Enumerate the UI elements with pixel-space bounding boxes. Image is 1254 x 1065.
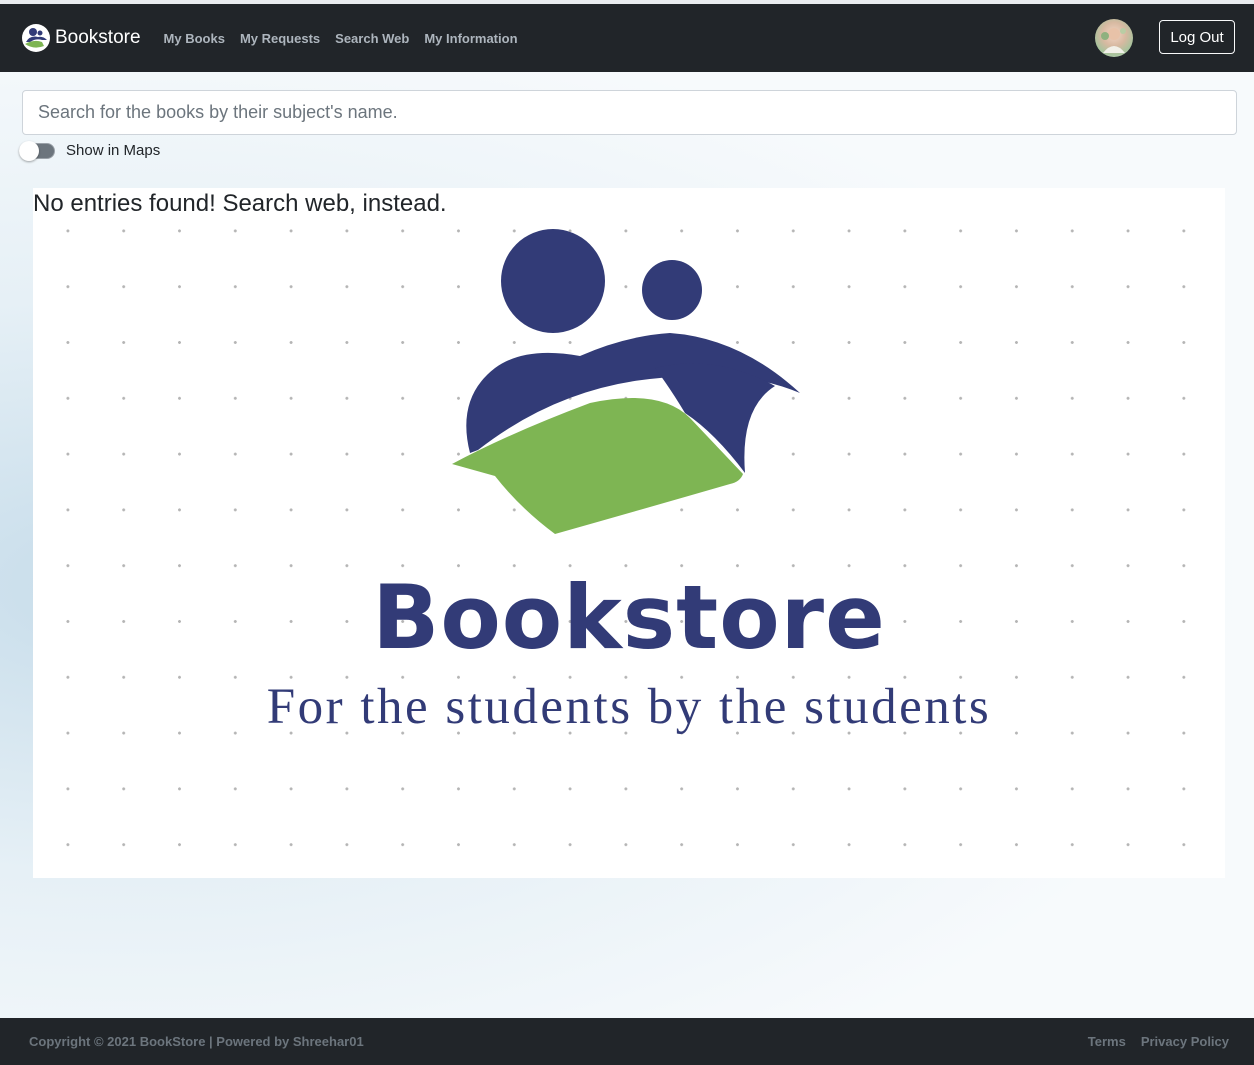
logo-title: Bookstore (372, 566, 886, 669)
nav-link-my-books[interactable]: My Books (164, 31, 225, 46)
maps-toggle-row: Show in Maps (19, 140, 161, 161)
footer-link-terms[interactable]: Terms (1088, 1034, 1126, 1049)
nav-link-search-web[interactable]: Search Web (335, 31, 409, 46)
brand-name: Bookstore (55, 27, 141, 48)
footer: Copyright © 2021 BookStore | Powered by … (0, 1018, 1254, 1065)
search-input[interactable] (22, 90, 1237, 135)
nav-links: My Books My Requests Search Web My Infor… (156, 31, 518, 46)
logo-tagline: For the students by the students (266, 679, 992, 735)
brand-logo-icon (22, 24, 50, 52)
nav-link-my-information[interactable]: My Information (424, 31, 517, 46)
logout-button[interactable]: Log Out (1159, 20, 1235, 54)
no-entries-message: No entries found! Search web, instead. (33, 190, 453, 218)
copyright-text: Copyright © 2021 BookStore | Powered by … (29, 1034, 364, 1049)
footer-link-privacy-policy[interactable]: Privacy Policy (1141, 1034, 1229, 1049)
nav-link-my-requests[interactable]: My Requests (240, 31, 320, 46)
toggle-knob (19, 140, 39, 161)
navbar: Bookstore My Books My Requests Search We… (0, 4, 1254, 72)
user-avatar[interactable] (1095, 19, 1133, 57)
brand-link[interactable]: Bookstore (22, 24, 141, 52)
show-in-maps-toggle[interactable] (19, 140, 55, 161)
results-panel: No entries found! Search web, instead. B… (33, 188, 1225, 878)
footer-links: Terms Privacy Policy (1073, 1018, 1229, 1065)
avatar-photo-icon (1101, 28, 1126, 53)
show-in-maps-label: Show in Maps (66, 142, 161, 159)
bookstore-logo-icon (452, 229, 800, 534)
